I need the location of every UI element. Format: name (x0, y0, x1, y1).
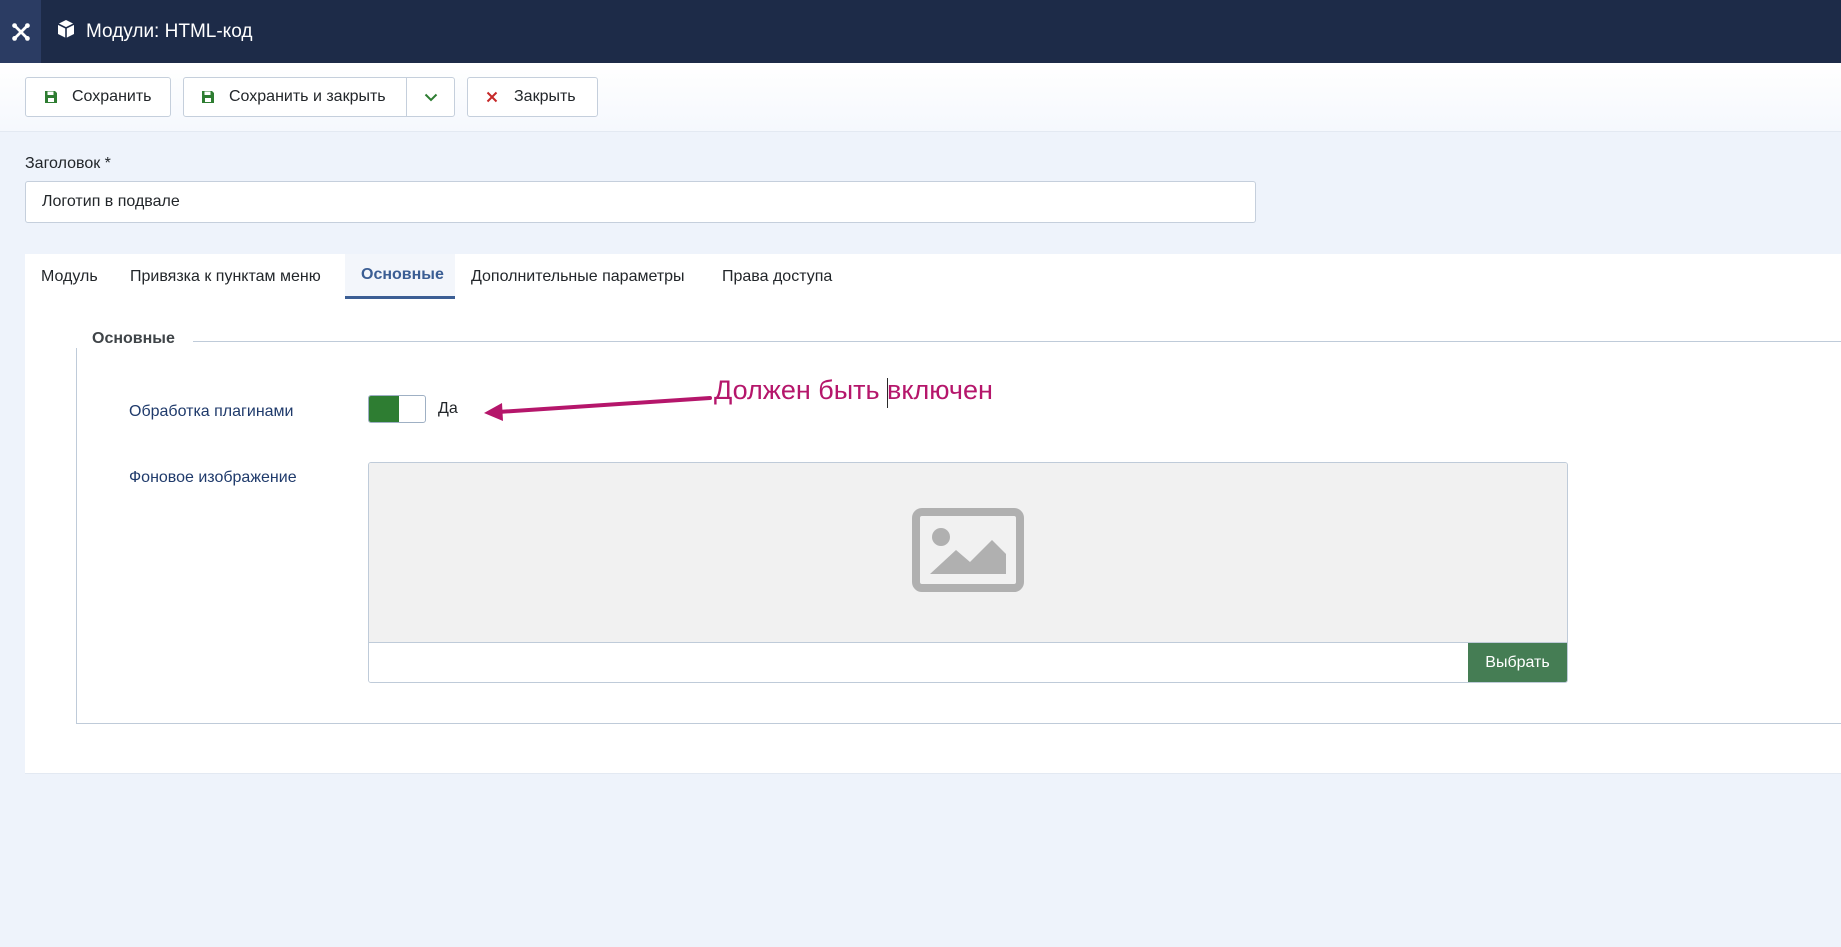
select-image-button[interactable]: Выбрать (1468, 643, 1567, 682)
annotation-text: Должен быть включен (714, 375, 993, 405)
save-icon (201, 90, 215, 104)
close-icon (486, 91, 498, 103)
cube-icon (56, 19, 76, 44)
save-icon (44, 90, 58, 104)
close-button[interactable]: Закрыть (467, 77, 598, 117)
media-field: Выбрать (368, 462, 1568, 683)
fieldset-legend: Основные (76, 330, 193, 348)
tab-advanced[interactable]: Дополнительные параметры (471, 254, 685, 299)
tab-menu-assignment[interactable]: Привязка к пунктам меню (130, 254, 321, 299)
plugins-toggle-value: Да (438, 400, 458, 417)
image-path-input[interactable] (369, 643, 1471, 682)
page-title: Модули: HTML-код (56, 0, 252, 63)
text-caret (887, 378, 888, 408)
tab-bar: Модуль Привязка к пунктам меню Основные … (25, 254, 1841, 300)
save-and-close-label: Сохранить и закрыть (229, 88, 386, 105)
tab-panel: Основные Обработка плагинами Да Фоновое … (25, 299, 1841, 774)
tab-permissions[interactable]: Права доступа (722, 254, 832, 299)
title-input[interactable] (25, 181, 1256, 223)
save-button[interactable]: Сохранить (25, 77, 171, 117)
toolbar: Сохранить Сохранить и закрыть Закрыть (0, 63, 1841, 132)
plugins-label: Обработка плагинами (129, 403, 294, 420)
chevron-down-icon[interactable] (406, 78, 455, 116)
tab-basic[interactable]: Основные (345, 254, 455, 299)
close-button-label: Закрыть (514, 88, 576, 105)
toggle-on-indicator (369, 396, 399, 422)
background-image-label: Фоновое изображение (129, 469, 297, 486)
title-label: Заголовок * (25, 155, 111, 172)
page-title-text: Модули: HTML-код (86, 20, 253, 42)
plugins-toggle[interactable] (368, 395, 426, 423)
save-button-label: Сохранить (72, 88, 152, 105)
joomla-logo-icon[interactable] (0, 0, 41, 63)
header-bar: Модули: HTML-код (0, 0, 1841, 63)
tab-module[interactable]: Модуль (41, 254, 98, 299)
save-and-close-button[interactable]: Сохранить и закрыть (183, 77, 455, 117)
image-preview (369, 463, 1567, 643)
image-placeholder-icon (912, 508, 1024, 597)
